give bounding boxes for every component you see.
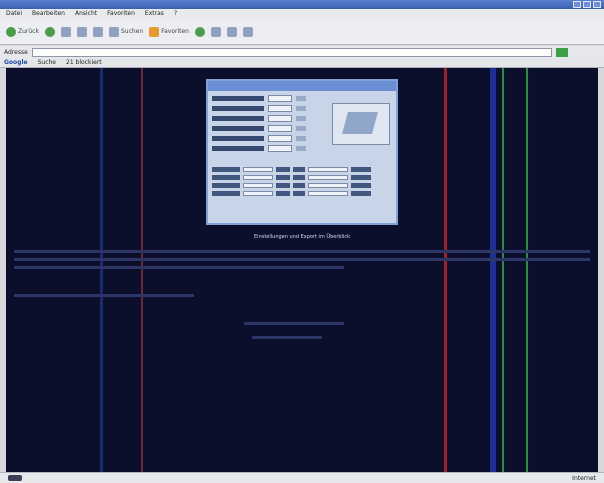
dialog-setting-row (212, 145, 392, 152)
color-stripe (490, 68, 496, 472)
toolbar: Zurück Suchen Favoriten (0, 19, 604, 45)
search-button[interactable]: Suchen (108, 26, 144, 37)
text-line (14, 266, 344, 269)
star-icon (149, 26, 160, 37)
text-line (252, 336, 322, 339)
mail-icon[interactable] (226, 26, 237, 37)
color-stripe (141, 68, 143, 472)
address-field[interactable] (31, 47, 552, 57)
window-controls (573, 1, 601, 8)
forward-arrow-icon[interactable] (44, 26, 55, 37)
dialog-preview-panel (332, 103, 390, 145)
menu-item-favorites[interactable]: Favoriten (107, 9, 135, 19)
address-label: Adresse (4, 48, 28, 56)
color-stripe (502, 68, 504, 472)
popup-blocker-status[interactable]: 21 blockiert (66, 59, 102, 66)
image-caption: Einstellungen und Export im Überblick (254, 234, 350, 240)
menu-bar: Datei Bearbeiten Ansicht Favoriten Extra… (0, 9, 604, 19)
dialog-table-row (212, 191, 392, 196)
dialog-setting-row (212, 95, 392, 102)
status-zone: Internet (572, 474, 596, 482)
search-icon (108, 26, 119, 37)
menu-item-tools[interactable]: Extras (145, 9, 164, 19)
dialog-table (212, 167, 392, 199)
print-icon[interactable] (242, 26, 253, 37)
go-button[interactable] (555, 47, 568, 57)
favorites-label: Favoriten (161, 28, 189, 35)
links-bar: Google Suche 21 blockiert (0, 58, 604, 68)
title-bar (0, 0, 604, 9)
address-bar: Adresse (0, 46, 604, 58)
back-arrow-icon (6, 26, 16, 37)
color-stripe (526, 68, 528, 472)
close-button[interactable] (593, 1, 601, 8)
status-bar: Internet (0, 472, 604, 483)
page-content: Einstellungen und Export im Überblick (6, 68, 598, 472)
back-label: Zurück (18, 28, 39, 35)
text-line (244, 322, 344, 325)
dialog-table-row (212, 167, 392, 172)
google-toolbar-logo: Google (4, 59, 28, 66)
menu-item-file[interactable]: Datei (6, 9, 22, 19)
browser-window: Datei Bearbeiten Ansicht Favoriten Extra… (0, 0, 604, 483)
text-line (14, 294, 194, 297)
text-line (14, 258, 590, 261)
menu-item-view[interactable]: Ansicht (75, 9, 97, 19)
search-label: Suchen (120, 28, 144, 35)
color-stripe (444, 68, 447, 472)
refresh-icon[interactable] (76, 26, 87, 37)
back-button[interactable]: Zurück (6, 26, 39, 37)
history-icon[interactable] (210, 26, 221, 37)
media-icon[interactable] (194, 26, 205, 37)
home-icon[interactable] (92, 26, 103, 37)
stop-icon[interactable] (60, 26, 71, 37)
text-line (14, 250, 590, 253)
dialog-title-bar (208, 81, 396, 91)
menu-item-edit[interactable]: Bearbeiten (32, 9, 65, 19)
page-loaded-icon (8, 475, 22, 481)
dialog-table-row (212, 175, 392, 180)
maximize-button[interactable] (583, 1, 591, 8)
google-search-button[interactable]: Suche (38, 59, 56, 66)
dialog-body (212, 95, 392, 219)
favorites-button[interactable]: Favoriten (149, 26, 189, 37)
settings-dialog-screenshot (206, 79, 398, 225)
dialog-table-row (212, 183, 392, 188)
menu-item-help[interactable]: ? (174, 9, 177, 19)
minimize-button[interactable] (573, 1, 581, 8)
color-stripe (100, 68, 103, 472)
